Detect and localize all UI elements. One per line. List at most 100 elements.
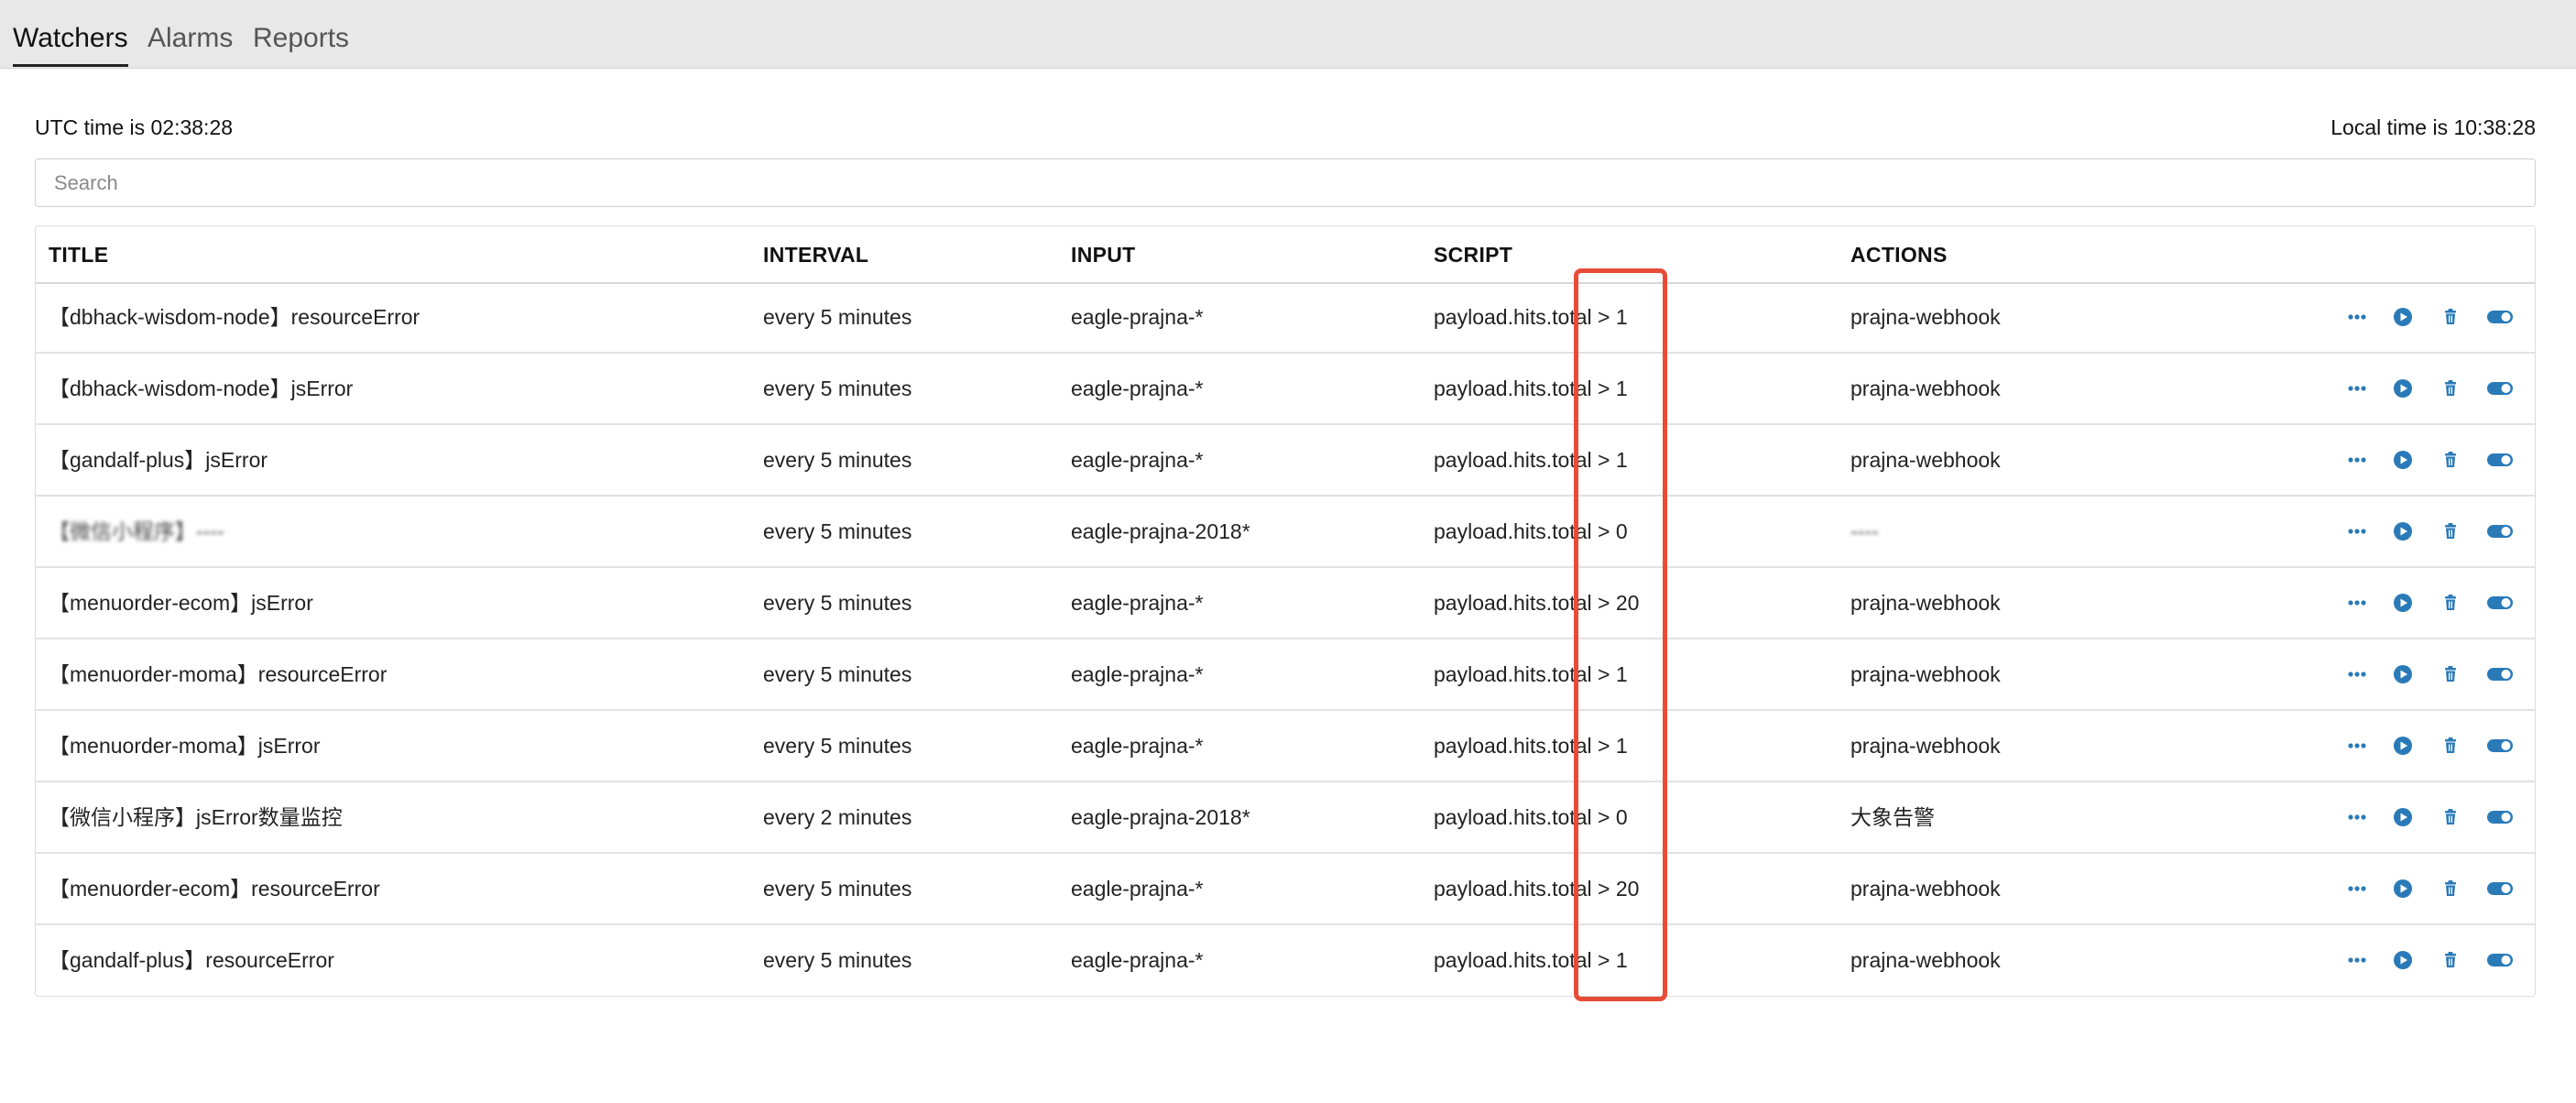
toggle-icon[interactable] bbox=[2485, 590, 2513, 616]
cell-interval: every 5 minutes bbox=[763, 377, 912, 400]
table-row: 【menuorder-ecom】resourceError every 5 min… bbox=[36, 854, 2535, 925]
play-icon[interactable] bbox=[2390, 304, 2416, 330]
table-row: 【dbhack-wisdom-node】resourceError every 5… bbox=[36, 282, 2535, 354]
cell-script: payload.hits.total > 1 bbox=[1434, 662, 1628, 686]
toggle-icon[interactable] bbox=[2485, 733, 2513, 759]
cell-actions: prajna-webhook bbox=[1850, 662, 2001, 686]
cell-title: 【menuorder-moma】jsError bbox=[49, 734, 321, 758]
header-script: SCRIPT bbox=[1434, 243, 1513, 267]
more-icon[interactable] bbox=[2344, 876, 2370, 901]
search-input[interactable] bbox=[35, 158, 2536, 207]
cell-script: payload.hits.total > 1 bbox=[1434, 448, 1628, 472]
play-icon[interactable] bbox=[2390, 804, 2416, 830]
toggle-icon[interactable] bbox=[2485, 947, 2513, 973]
toggle-icon[interactable] bbox=[2485, 447, 2513, 473]
toggle-icon[interactable] bbox=[2485, 804, 2513, 830]
cell-title: 【gandalf-plus】resourceError bbox=[49, 948, 334, 972]
cell-interval: every 5 minutes bbox=[763, 591, 912, 615]
table-row: 【gandalf-plus】jsError every 5 minutes eagl… bbox=[36, 425, 2535, 497]
cell-title: 【menuorder-ecom】resourceError bbox=[49, 877, 380, 901]
play-icon[interactable] bbox=[2390, 876, 2416, 901]
play-icon[interactable] bbox=[2390, 376, 2416, 401]
cell-script: payload.hits.total > 1 bbox=[1434, 377, 1628, 400]
cell-title: 【dbhack-wisdom-node】jsError bbox=[49, 377, 354, 400]
trash-icon[interactable] bbox=[2438, 519, 2463, 544]
more-icon[interactable] bbox=[2344, 590, 2370, 616]
cell-input: eagle-prajna-* bbox=[1071, 662, 1204, 686]
play-icon[interactable] bbox=[2390, 947, 2416, 973]
cell-input: eagle-prajna-* bbox=[1071, 877, 1204, 901]
more-icon[interactable] bbox=[2344, 804, 2370, 830]
cell-interval: every 5 minutes bbox=[763, 948, 912, 972]
play-icon[interactable] bbox=[2390, 447, 2416, 473]
trash-icon[interactable] bbox=[2438, 661, 2463, 687]
trash-icon[interactable] bbox=[2438, 376, 2463, 401]
more-icon[interactable] bbox=[2344, 947, 2370, 973]
tab-watchers[interactable]: Watchers bbox=[13, 22, 128, 67]
cell-input: eagle-prajna-* bbox=[1071, 948, 1204, 972]
table-row: 【menuorder-moma】resourceError every 5 min… bbox=[36, 639, 2535, 711]
table-header: TITLE INTERVAL INPUT SCRIPT ACTIONS bbox=[36, 226, 2535, 284]
cell-title: 【menuorder-ecom】jsError bbox=[49, 591, 313, 615]
cell-input: eagle-prajna-* bbox=[1071, 591, 1204, 615]
cell-script: payload.hits.total > 0 bbox=[1434, 519, 1628, 543]
cell-input: eagle-prajna-* bbox=[1071, 305, 1204, 329]
cell-script: payload.hits.total > 20 bbox=[1434, 877, 1640, 901]
cell-input: eagle-prajna-2018* bbox=[1071, 805, 1250, 829]
toggle-icon[interactable] bbox=[2485, 376, 2513, 401]
play-icon[interactable] bbox=[2390, 661, 2416, 687]
toggle-icon[interactable] bbox=[2485, 519, 2513, 544]
cell-title: 【微信小程序】jsError数量监控 bbox=[49, 805, 343, 829]
local-time: Local time is 10:38:28 bbox=[2330, 115, 2536, 139]
table-row: 【dbhack-wisdom-node】jsError every 5 minut… bbox=[36, 354, 2535, 425]
toggle-icon[interactable] bbox=[2485, 876, 2513, 901]
trash-icon[interactable] bbox=[2438, 733, 2463, 759]
table-row: 【gandalf-plus】resourceError every 5 minut… bbox=[36, 925, 2535, 997]
cell-script: payload.hits.total > 0 bbox=[1434, 805, 1628, 829]
more-icon[interactable] bbox=[2344, 376, 2370, 401]
cell-interval: every 2 minutes bbox=[763, 805, 912, 829]
play-icon[interactable] bbox=[2390, 733, 2416, 759]
cell-input: eagle-prajna-2018* bbox=[1071, 519, 1250, 543]
table-row: 【微信小程序】jsError数量监控 every 2 minutes eagle-p… bbox=[36, 782, 2535, 854]
cell-title: 【gandalf-plus】jsError bbox=[49, 448, 268, 472]
cell-script: payload.hits.total > 1 bbox=[1434, 948, 1628, 972]
tab-alarms[interactable]: Alarms bbox=[147, 22, 233, 55]
more-icon[interactable] bbox=[2344, 304, 2370, 330]
cell-actions: prajna-webhook bbox=[1850, 377, 2001, 400]
cell-interval: every 5 minutes bbox=[763, 448, 912, 472]
tab-reports[interactable]: Reports bbox=[253, 22, 349, 55]
cell-title: 【menuorder-moma】resourceError bbox=[49, 662, 387, 686]
table-row: 【menuorder-ecom】jsError every 5 minutes ea… bbox=[36, 568, 2535, 639]
toggle-icon[interactable] bbox=[2485, 304, 2513, 330]
more-icon[interactable] bbox=[2344, 733, 2370, 759]
cell-actions: prajna-webhook bbox=[1850, 448, 2001, 472]
cell-interval: every 5 minutes bbox=[763, 734, 912, 758]
trash-icon[interactable] bbox=[2438, 447, 2463, 473]
table-row: 【微信小程序】---- every 5 minutes eagle-prajna-2… bbox=[36, 497, 2535, 568]
header-interval: INTERVAL bbox=[763, 243, 869, 267]
trash-icon[interactable] bbox=[2438, 947, 2463, 973]
cell-input: eagle-prajna-* bbox=[1071, 448, 1204, 472]
cell-script: payload.hits.total > 1 bbox=[1434, 734, 1628, 758]
more-icon[interactable] bbox=[2344, 519, 2370, 544]
more-icon[interactable] bbox=[2344, 661, 2370, 687]
header-title: TITLE bbox=[49, 243, 109, 267]
cell-interval: every 5 minutes bbox=[763, 877, 912, 901]
play-icon[interactable] bbox=[2390, 519, 2416, 544]
play-icon[interactable] bbox=[2390, 590, 2416, 616]
trash-icon[interactable] bbox=[2438, 876, 2463, 901]
trash-icon[interactable] bbox=[2438, 804, 2463, 830]
more-icon[interactable] bbox=[2344, 447, 2370, 473]
header-input: INPUT bbox=[1071, 243, 1136, 267]
cell-title: 【微信小程序】---- bbox=[49, 519, 224, 543]
cell-actions: prajna-webhook bbox=[1850, 591, 2001, 615]
trash-icon[interactable] bbox=[2438, 590, 2463, 616]
cell-input: eagle-prajna-* bbox=[1071, 377, 1204, 400]
cell-interval: every 5 minutes bbox=[763, 519, 912, 543]
trash-icon[interactable] bbox=[2438, 304, 2463, 330]
toggle-icon[interactable] bbox=[2485, 661, 2513, 687]
cell-actions: 大象告警 bbox=[1850, 805, 1935, 829]
cell-interval: every 5 minutes bbox=[763, 305, 912, 329]
watchers-table: TITLE INTERVAL INPUT SCRIPT ACTIONS 【dbh… bbox=[35, 225, 2536, 997]
